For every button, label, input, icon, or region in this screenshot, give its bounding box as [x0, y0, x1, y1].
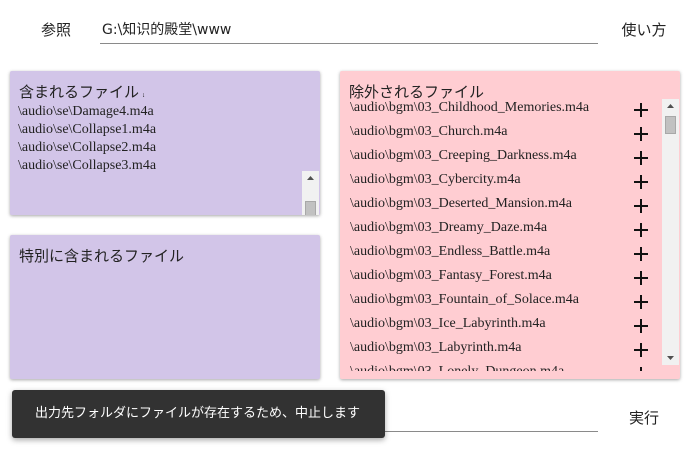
scroll-thumb[interactable] — [305, 201, 316, 215]
special-included-files-title: 特別に含まれるファイル — [19, 247, 185, 265]
list-item[interactable]: \audio\bgm\03_Ice_Labyrinth.m4a — [348, 315, 663, 339]
excluded-files-list[interactable]: \audio\bgm\03_Childhood_Memories.m4a \aud… — [348, 99, 663, 371]
usage-button[interactable]: 使い方 — [614, 18, 674, 44]
plus-icon[interactable] — [632, 317, 650, 335]
top-bar: 参照 G:\知识的殿堂\www 使い方 — [0, 0, 700, 60]
list-item-label: \audio\bgm\03_Creeping_Darkness.m4a — [350, 148, 577, 163]
path-input[interactable]: G:\知识的殿堂\www — [100, 18, 598, 44]
included-scrollbar[interactable] — [302, 171, 319, 215]
list-item[interactable]: \audio\bgm\03_Creeping_Darkness.m4a — [348, 147, 663, 171]
plus-icon[interactable] — [632, 149, 650, 167]
scroll-up-icon[interactable] — [662, 99, 679, 113]
excluded-files-panel: 除外されるファイル \audio\bgm\03_Childhood_Memori… — [340, 71, 680, 379]
included-files-title: 含まれるファイル — [19, 81, 144, 102]
list-item[interactable]: \audio\bgm\03_Church.m4a — [348, 123, 663, 147]
list-item-label: \audio\bgm\03_Labyrinth.m4a — [350, 340, 522, 355]
plus-icon[interactable] — [632, 173, 650, 191]
list-item[interactable]: \audio\bgm\03_Endless_Battle.m4a — [348, 243, 663, 267]
browse-button[interactable]: 参照 — [30, 18, 82, 44]
list-item[interactable]: \audio\se\Collapse1.m4a — [18, 121, 156, 139]
list-item-label: \audio\bgm\03_Childhood_Memories.m4a — [350, 100, 590, 115]
scroll-up-icon[interactable] — [302, 171, 319, 185]
special-included-files-panel: 特別に含まれるファイル — [10, 235, 320, 379]
list-item[interactable]: \audio\se\Collapse2.m4a — [18, 139, 156, 157]
plus-icon[interactable] — [632, 221, 650, 239]
list-item[interactable]: \audio\bgm\03_Lonely_Dungeon.m4a — [348, 363, 663, 371]
plus-icon[interactable] — [632, 197, 650, 215]
list-item-label: \audio\bgm\03_Ice_Labyrinth.m4a — [350, 316, 546, 331]
plus-icon[interactable] — [632, 125, 650, 143]
plus-icon[interactable] — [632, 245, 650, 263]
list-item[interactable]: \audio\bgm\03_Cybercity.m4a — [348, 171, 663, 195]
error-toast: 出力先フォルダにファイルが存在するため、中止します — [12, 390, 385, 438]
list-item[interactable]: \audio\bgm\03_Fountain_of_Solace.m4a — [348, 291, 663, 315]
list-item[interactable]: \audio\bgm\03_Dreamy_Daze.m4a — [348, 219, 663, 243]
list-item-label: \audio\bgm\03_Deserted_Mansion.m4a — [350, 196, 573, 211]
list-item-label: \audio\bgm\03_Fountain_of_Solace.m4a — [350, 292, 580, 307]
plus-icon[interactable] — [632, 101, 650, 119]
list-item-label: \audio\bgm\03_Church.m4a — [350, 124, 508, 139]
scroll-down-icon[interactable] — [662, 351, 679, 365]
list-item-label: \audio\bgm\03_Cybercity.m4a — [350, 172, 521, 187]
plus-icon[interactable] — [632, 365, 650, 371]
excluded-scrollbar[interactable] — [662, 99, 679, 365]
list-item[interactable]: \audio\bgm\03_Labyrinth.m4a — [348, 339, 663, 363]
run-button[interactable]: 実行 — [614, 406, 674, 432]
included-files-list[interactable]: \audio\se\Attack3.m4a\audio\se\Damage4.m… — [18, 93, 320, 175]
plus-icon[interactable] — [632, 293, 650, 311]
list-item[interactable]: \audio\bgm\03_Fantasy_Forest.m4a — [348, 267, 663, 291]
list-item-label: \audio\bgm\03_Fantasy_Forest.m4a — [350, 268, 552, 283]
scroll-thumb[interactable] — [665, 116, 676, 134]
list-item-label: \audio\bgm\03_Endless_Battle.m4a — [350, 244, 551, 259]
list-item-label: \audio\bgm\03_Lonely_Dungeon.m4a — [350, 363, 564, 371]
list-item[interactable]: \audio\bgm\03_Deserted_Mansion.m4a — [348, 195, 663, 219]
list-item[interactable]: \audio\bgm\03_Childhood_Memories.m4a — [348, 99, 663, 123]
plus-icon[interactable] — [632, 269, 650, 287]
included-files-panel: \audio\se\Attack3.m4a\audio\se\Damage4.m… — [10, 71, 320, 215]
list-item-label: \audio\bgm\03_Dreamy_Daze.m4a — [350, 220, 548, 235]
plus-icon[interactable] — [632, 341, 650, 359]
list-item[interactable]: \audio\se\Collapse3.m4a — [18, 157, 156, 175]
list-item[interactable]: \audio\se\Damage4.m4a — [18, 103, 156, 121]
